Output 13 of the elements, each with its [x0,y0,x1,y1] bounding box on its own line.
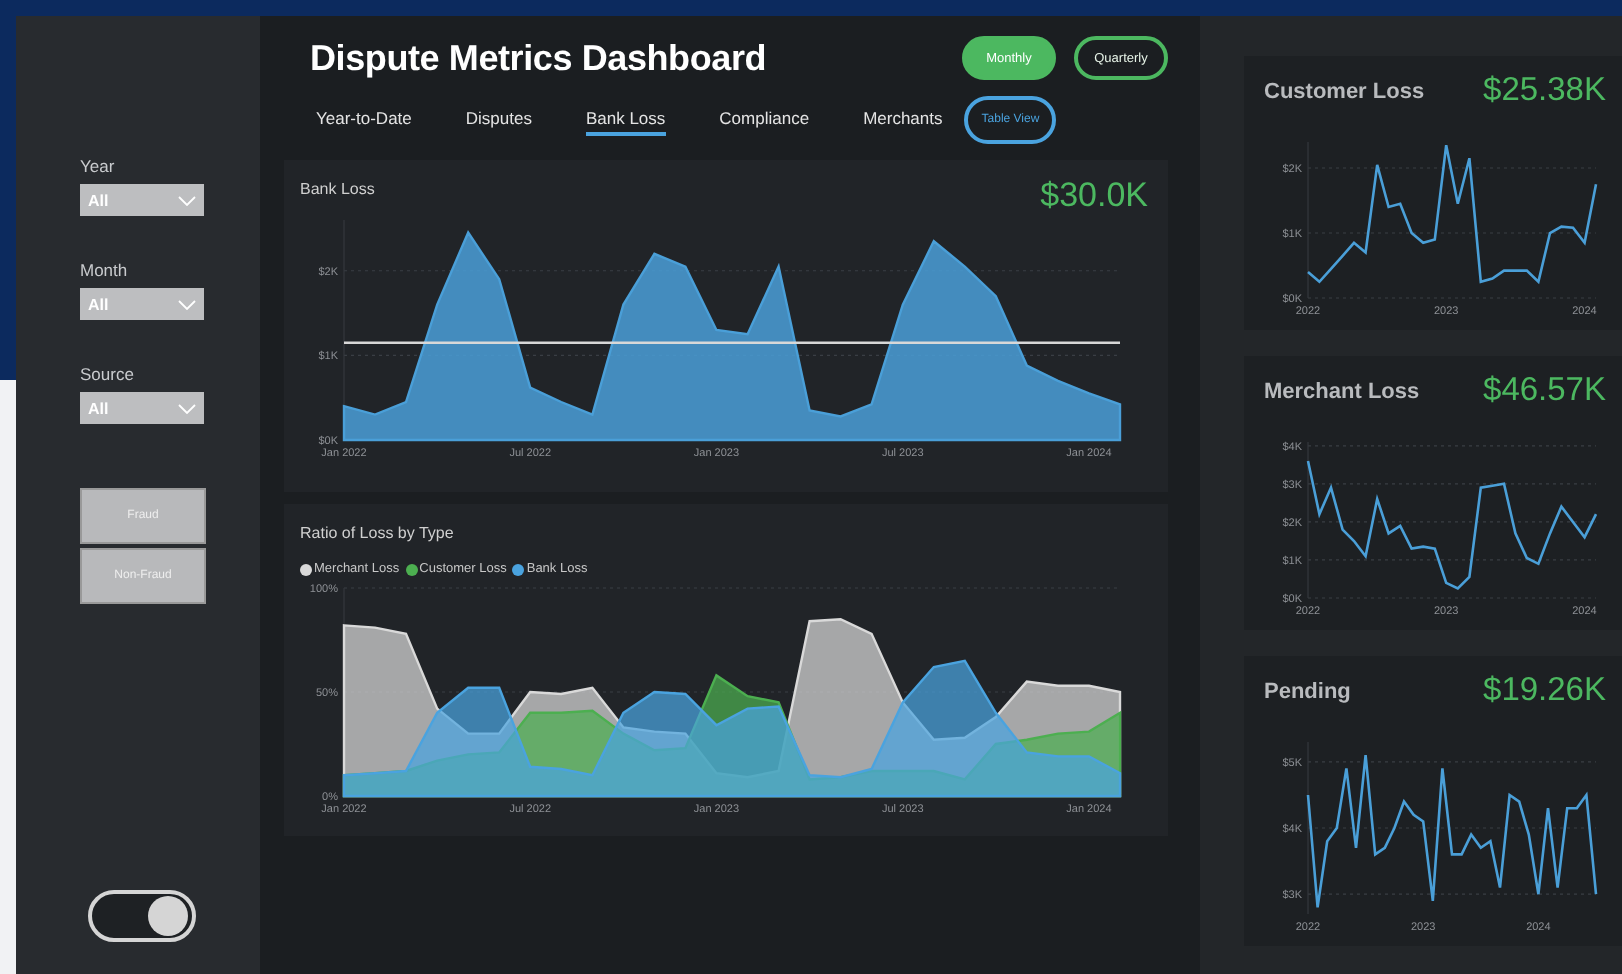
card-title: Merchant Loss [1264,379,1420,403]
metric-value: $46.57K [1483,372,1606,410]
metric-value: $19.26K [1483,672,1606,710]
chart-title: Bank Loss [300,180,375,198]
metric-value: $30.0K [1040,176,1148,216]
filter-label: Month [80,260,130,280]
chart-title: Ratio of Loss by Type [300,524,454,542]
card-title: Pending [1264,679,1351,703]
dashboard-title: Dispute Metrics Dashboard [310,37,767,79]
metric-value: $25.38K [1483,72,1606,110]
card-title: Customer Loss [1264,79,1425,103]
filter-label: Year [80,156,117,176]
filter-label: Source [80,364,136,384]
